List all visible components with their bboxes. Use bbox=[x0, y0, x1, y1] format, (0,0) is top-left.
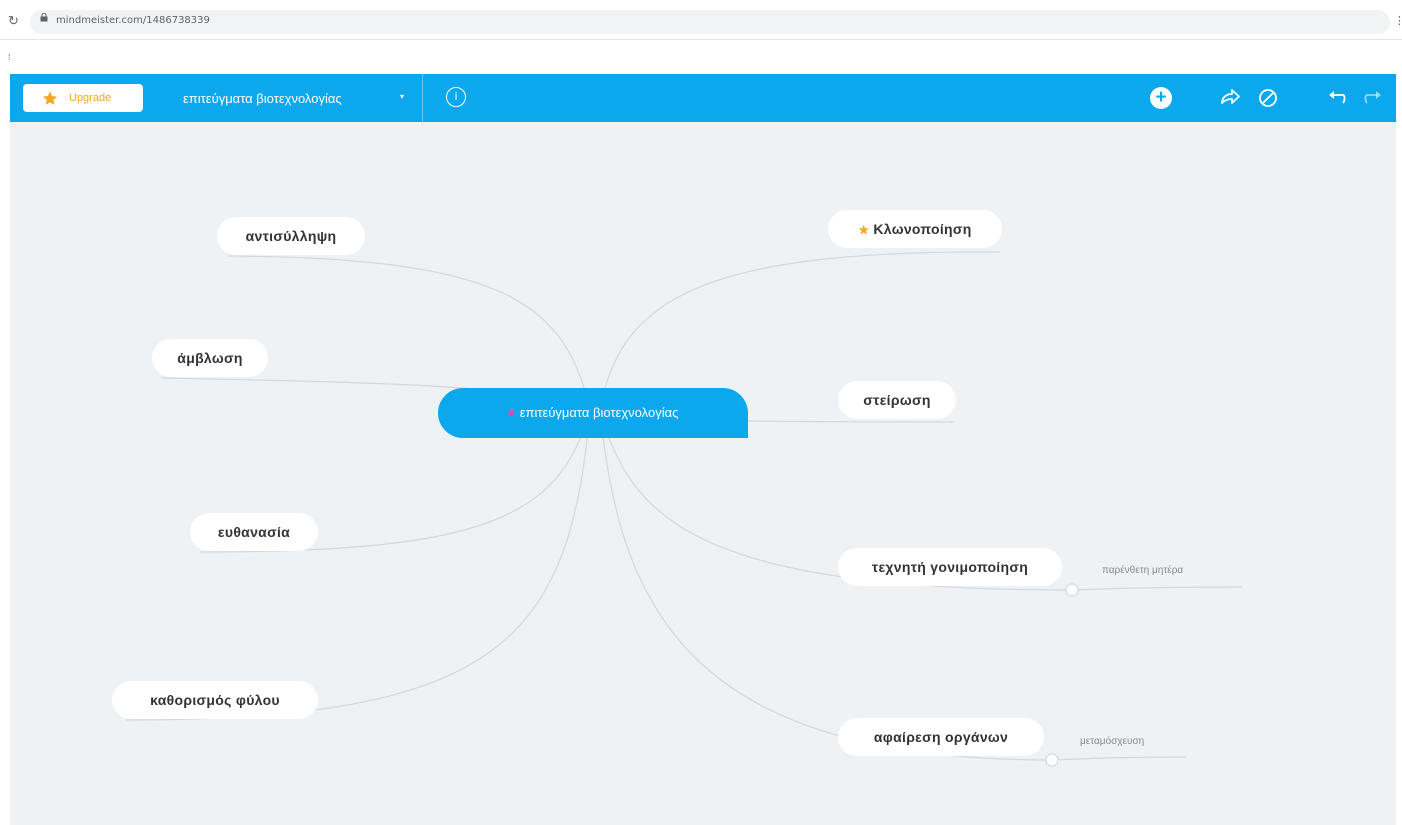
topic-label: Κλωνοποίηση bbox=[873, 221, 972, 237]
heart-icon: ♥ bbox=[507, 406, 515, 420]
connector-left-1 bbox=[227, 255, 591, 411]
topic-contraception[interactable]: αντισύλληψη bbox=[217, 217, 365, 255]
topic-label: καθορισμός φύλου bbox=[150, 692, 280, 708]
topic-abortion[interactable]: άμβλωση bbox=[152, 339, 268, 377]
central-topic-label: επιτεύγματα βιοτεχνολογίας bbox=[519, 405, 679, 420]
topic-label: αντισύλληψη bbox=[245, 228, 337, 244]
topic-organ-removal[interactable]: αφαίρεση οργάνων bbox=[838, 718, 1044, 756]
topic-label: αφαίρεση οργάνων bbox=[873, 729, 1009, 745]
collapse-node-handle bbox=[1045, 753, 1059, 767]
subtopic-transplantation[interactable]: μεταμόσχευση bbox=[1080, 736, 1144, 747]
topic-sterilization[interactable]: στείρωση bbox=[838, 381, 956, 419]
topic-artificial-insemination[interactable]: τεχνητή γονιμοποίηση bbox=[838, 548, 1062, 586]
topic-label: στείρωση bbox=[863, 392, 931, 408]
connector-sub-2 bbox=[1051, 756, 1187, 761]
subtopic-surrogate-mother[interactable]: παρένθετη μητέρα bbox=[1102, 565, 1183, 576]
connector-left-4 bbox=[125, 409, 591, 721]
topic-cloning[interactable]: ★ Κλωνοποίηση bbox=[828, 210, 1002, 248]
topic-label: ευθανασία bbox=[217, 524, 291, 540]
collapse-node-handle bbox=[1065, 583, 1079, 597]
central-topic[interactable]: ♥ επιτεύγματα βιοτεχνολογίας bbox=[438, 388, 748, 438]
topic-sex-determination[interactable]: καθορισμός φύλου bbox=[112, 681, 318, 719]
star-icon: ★ bbox=[858, 223, 870, 237]
topic-euthanasia[interactable]: ευθανασία bbox=[190, 513, 318, 551]
topic-label: άμβλωση bbox=[177, 350, 243, 366]
topic-label: τεχνητή γονιμοποίηση bbox=[871, 559, 1029, 575]
connector-sub-1 bbox=[1071, 586, 1243, 591]
